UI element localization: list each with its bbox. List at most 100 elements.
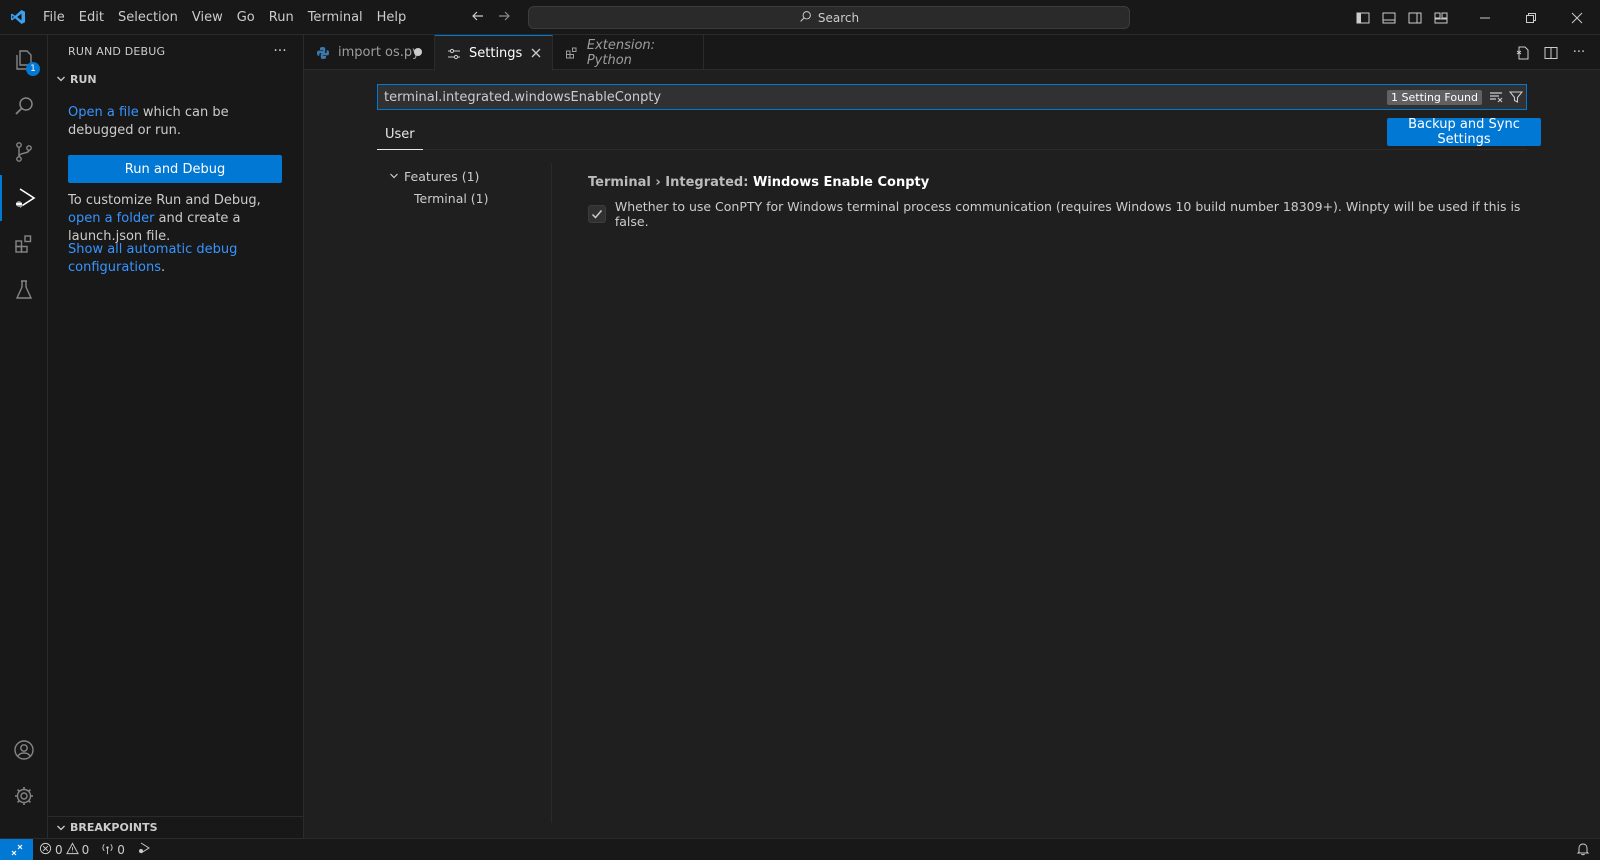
error-count: 0 [55, 842, 63, 857]
python-file-icon [316, 46, 332, 60]
debug-run-icon [137, 841, 151, 858]
close-window-icon[interactable] [1554, 0, 1600, 35]
tab-label: Settings [469, 46, 523, 61]
editor-actions: ··· [1512, 35, 1600, 70]
editor-area: import os.py Settings Extension: Python [304, 35, 1600, 838]
more-actions-icon[interactable]: ··· [268, 40, 292, 62]
settings-scope-tabs: User [377, 123, 1527, 150]
menu-help[interactable]: Help [370, 0, 414, 35]
open-settings-json-icon[interactable] [1512, 42, 1534, 64]
notifications-bell-icon[interactable] [1576, 842, 1590, 859]
clear-filter-icon[interactable] [1486, 87, 1506, 107]
ports-status[interactable]: 0 [95, 842, 131, 858]
warning-icon [65, 841, 79, 858]
menu-view[interactable]: View [185, 0, 230, 35]
breakpoints-section-label: BREAKPOINTS [70, 821, 158, 834]
conpty-checkbox[interactable] [588, 205, 606, 223]
toc-features-label: Features (1) [404, 168, 480, 184]
setting-value-row: Whether to use ConPTY for Windows termin… [588, 199, 1548, 229]
settings-toc: Features (1) Terminal (1) [377, 165, 547, 209]
toggle-panel-icon[interactable] [1376, 0, 1402, 35]
menu-edit[interactable]: Edit [72, 0, 111, 35]
tab-settings[interactable]: Settings [435, 35, 553, 71]
accounts-icon[interactable] [0, 727, 48, 773]
more-editor-actions-icon[interactable]: ··· [1568, 42, 1590, 64]
title-bar: File Edit Selection View Go Run Terminal… [0, 0, 1600, 35]
menu-bar: File Edit Selection View Go Run Terminal… [36, 0, 413, 35]
setting-description: Whether to use ConPTY for Windows termin… [614, 199, 1521, 229]
settings-found-count: 1 Setting Found [1387, 89, 1482, 105]
settings-search-input[interactable] [378, 89, 1388, 105]
status-bar: 0 0 0 [0, 838, 1600, 860]
toc-terminal[interactable]: Terminal (1) [377, 187, 547, 209]
vscode-window: File Edit Selection View Go Run Terminal… [0, 0, 1600, 860]
run-and-debug-icon[interactable] [0, 175, 48, 221]
sidebar-title: RUN AND DEBUG [68, 45, 166, 58]
menu-terminal[interactable]: Terminal [301, 0, 370, 35]
close-tab-icon[interactable] [528, 45, 544, 61]
filter-icon[interactable] [1506, 87, 1526, 107]
customize-layout-icon[interactable] [1428, 0, 1454, 35]
error-icon [39, 842, 52, 858]
run-section-header[interactable]: RUN [48, 68, 304, 90]
testing-flask-icon[interactable] [0, 267, 48, 313]
debug-launch-status[interactable] [131, 841, 157, 858]
toc-features[interactable]: Features (1) [377, 165, 547, 187]
chevron-down-icon [52, 74, 70, 84]
vscode-logo-icon [0, 0, 36, 35]
show-all-suffix: . [161, 260, 166, 275]
chevron-down-icon [389, 171, 399, 181]
source-control-icon[interactable] [0, 129, 48, 175]
setting-key: Windows Enable Conpty [752, 175, 930, 190]
settings-search-box: 1 Setting Found [377, 84, 1527, 110]
show-all-paragraph: Show all automatic debug configurations. [68, 241, 290, 277]
explorer-icon[interactable]: 1 [0, 37, 48, 83]
title-bar-controls [1350, 0, 1600, 35]
activity-bar: 1 [0, 35, 48, 838]
setting-windows-enable-conpty: Terminal › Integrated: Windows Enable Co… [588, 175, 1548, 229]
customize-prefix: To customize Run and Debug, [68, 193, 261, 208]
toggle-secondary-sidebar-icon[interactable] [1402, 0, 1428, 35]
command-center-search[interactable]: Search [528, 6, 1130, 29]
back-arrow-icon[interactable] [470, 8, 486, 28]
backup-and-sync-button[interactable]: Backup and Sync Settings [1387, 117, 1541, 147]
tab-label: Extension: Python [586, 37, 656, 68]
tab-import-os-py[interactable]: import os.py [304, 35, 435, 70]
menu-run[interactable]: Run [262, 0, 301, 35]
search-view-icon[interactable] [0, 83, 48, 129]
command-center-label: Search [817, 10, 860, 25]
extension-icon [565, 46, 581, 60]
show-all-configurations-link[interactable]: Show all automatic debug configurations [68, 242, 237, 275]
open-file-paragraph: Open a file which can be debugged or run… [68, 104, 290, 140]
extensions-icon[interactable] [0, 221, 48, 267]
menu-file[interactable]: File [36, 0, 72, 35]
tab-extension-python[interactable]: Extension: Python [553, 35, 704, 70]
menu-selection[interactable]: Selection [111, 0, 185, 35]
breakpoints-section-header[interactable]: BREAKPOINTS [48, 816, 304, 838]
toggle-primary-sidebar-icon[interactable] [1350, 0, 1376, 35]
warning-count: 0 [81, 842, 90, 857]
minimize-icon[interactable] [1462, 0, 1508, 35]
setting-category: Terminal › Integrated: [588, 175, 753, 190]
toc-terminal-label: Terminal (1) [414, 190, 489, 206]
open-file-link[interactable]: Open a file [68, 105, 139, 120]
settings-sliders-icon [447, 47, 463, 61]
unsaved-dot-icon[interactable] [414, 48, 422, 56]
tab-user-settings[interactable]: User [377, 123, 423, 150]
antenna-icon [101, 842, 114, 858]
problems-status[interactable]: 0 0 [33, 841, 95, 858]
remote-indicator-icon[interactable] [0, 838, 33, 860]
forward-arrow-icon[interactable] [496, 8, 512, 28]
setting-title: Terminal › Integrated: Windows Enable Co… [588, 175, 1548, 195]
restore-icon[interactable] [1508, 0, 1554, 35]
run-and-debug-sidebar: RUN AND DEBUG ··· RUN Open a file which … [48, 35, 304, 838]
editor-tabs: import os.py Settings Extension: Python [304, 35, 1600, 71]
menu-go[interactable]: Go [230, 0, 262, 35]
open-folder-link[interactable]: open a folder [68, 211, 154, 226]
ports-count: 0 [117, 842, 125, 857]
manage-gear-icon[interactable] [0, 773, 48, 819]
run-and-debug-button[interactable]: Run and Debug [68, 155, 282, 183]
explorer-badge: 1 [26, 62, 40, 76]
split-editor-icon[interactable] [1540, 42, 1562, 64]
customize-paragraph: To customize Run and Debug, open a folde… [68, 192, 290, 246]
